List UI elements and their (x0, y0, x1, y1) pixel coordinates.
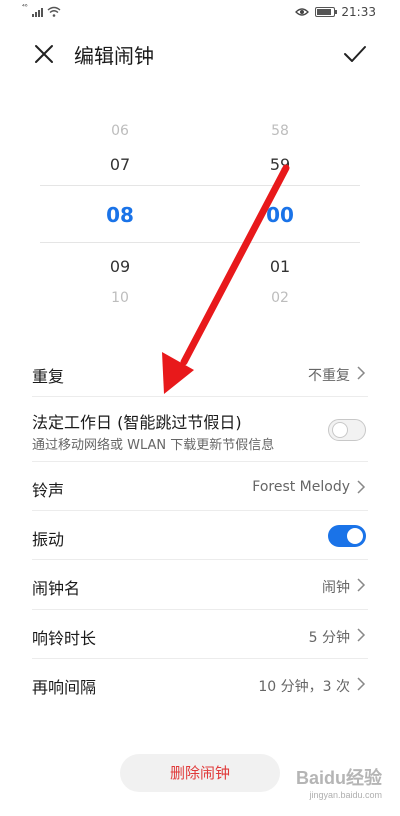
picker-divider-top (40, 185, 360, 186)
hour-option[interactable]: 06 (90, 123, 150, 139)
minute-option[interactable]: 02 (250, 290, 310, 306)
ring-duration-label: 响铃时长 (32, 629, 97, 648)
hour-selected[interactable]: 08 (90, 203, 150, 227)
snooze-label: 再响间隔 (32, 678, 97, 697)
workday-row[interactable]: 法定工作日 (智能跳过节假日) 通过移动网络或 WLAN 下载更新节假信息 (32, 397, 368, 462)
battery-icon (315, 7, 338, 17)
network-type-label: ⁴⁶ (22, 3, 28, 11)
toggle-knob (332, 422, 348, 438)
baidu-watermark: Baidu经验 jingyan.baidu.com (272, 760, 382, 810)
repeat-row[interactable]: 重复 不重复 (32, 348, 368, 397)
close-icon[interactable] (32, 42, 56, 66)
alarm-name-label: 闹钟名 (32, 579, 81, 598)
ringtone-row[interactable]: 铃声 Forest Melody (32, 462, 368, 511)
vibrate-row[interactable]: 振动 (32, 511, 368, 560)
watermark-url: jingyan.baidu.com (309, 790, 382, 800)
vibrate-toggle[interactable] (328, 525, 366, 547)
wifi-icon (47, 6, 61, 17)
ringtone-label: 铃声 (32, 481, 65, 500)
toggle-knob (347, 528, 363, 544)
repeat-value: 不重复 (308, 368, 350, 384)
signal-icon (31, 7, 43, 17)
repeat-label: 重复 (32, 367, 65, 386)
time-picker[interactable]: 06 07 08 09 10 58 59 00 01 02 (40, 118, 360, 312)
vibrate-label: 振动 (32, 530, 65, 549)
snooze-value: 10 分钟，3 次 (258, 679, 350, 695)
minute-option[interactable]: 59 (250, 155, 310, 174)
header: 编辑闹钟 (0, 28, 400, 80)
check-icon[interactable] (342, 42, 368, 66)
ring-duration-row[interactable]: 响铃时长 5 分钟 (32, 610, 368, 659)
ringtone-value: Forest Melody (252, 479, 350, 495)
chevron-right-icon (357, 628, 366, 642)
hour-option[interactable]: 10 (90, 290, 150, 306)
minute-option[interactable]: 01 (250, 257, 310, 276)
ring-duration-value: 5 分钟 (308, 630, 350, 646)
minute-option[interactable]: 58 (250, 123, 310, 139)
workday-label: 法定工作日 (智能跳过节假日) (32, 413, 242, 432)
page-title: 编辑闹钟 (74, 44, 154, 68)
status-left: ⁴⁶ (22, 3, 61, 17)
settings-list: 重复 不重复 法定工作日 (智能跳过节假日) 通过移动网络或 WLAN 下载更新… (32, 348, 368, 709)
alarm-name-value: 闹钟 (322, 580, 350, 596)
chevron-right-icon (357, 578, 366, 592)
status-time: 21:33 (341, 5, 376, 19)
chevron-right-icon (357, 677, 366, 691)
status-bar: ⁴⁶ 21:33 (0, 0, 400, 26)
workday-subtitle: 通过移动网络或 WLAN 下载更新节假信息 (32, 438, 275, 453)
chevron-right-icon (357, 480, 366, 494)
snooze-row[interactable]: 再响间隔 10 分钟，3 次 (32, 659, 368, 709)
workday-toggle[interactable] (328, 419, 366, 441)
delete-alarm-button[interactable]: 删除闹钟 (120, 754, 280, 792)
picker-divider-bottom (40, 242, 360, 243)
hour-option[interactable]: 07 (90, 155, 150, 174)
watermark-text: Baidu经验 (295, 768, 382, 788)
status-right: 21:33 (295, 5, 376, 19)
hour-option[interactable]: 09 (90, 257, 150, 276)
chevron-right-icon (357, 366, 366, 380)
alarm-name-row[interactable]: 闹钟名 闹钟 (32, 560, 368, 610)
eye-icon (295, 8, 310, 16)
minute-selected[interactable]: 00 (250, 203, 310, 227)
